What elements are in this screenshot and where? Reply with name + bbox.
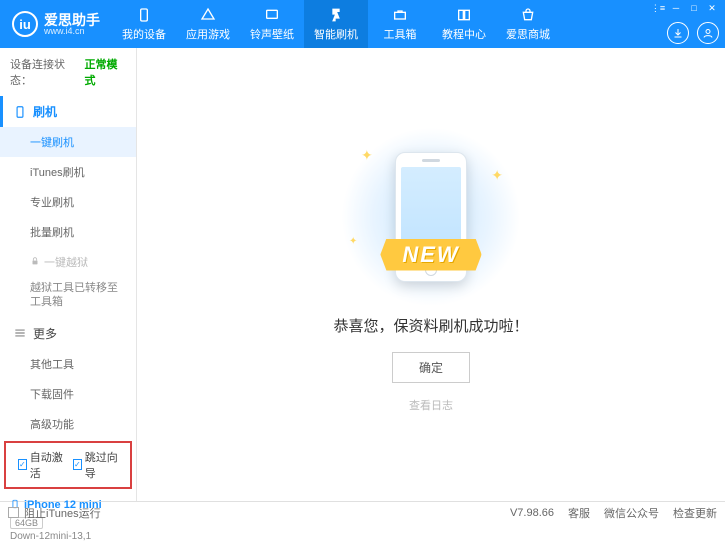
section-label: 更多	[33, 325, 57, 342]
checkbox-label: 自动激活	[30, 449, 63, 481]
checkbox-auto-activate[interactable]: ✓ 自动激活	[18, 449, 63, 481]
nav-my-device[interactable]: 我的设备	[112, 0, 176, 48]
wechat-link[interactable]: 微信公众号	[604, 505, 659, 521]
ok-button[interactable]: 确定	[392, 352, 470, 383]
new-ribbon: NEW	[380, 239, 481, 271]
user-button[interactable]	[697, 22, 719, 44]
view-log-link[interactable]: 查看日志	[409, 397, 453, 413]
checkbox-skip-guide[interactable]: ✓ 跳过向导	[73, 449, 118, 481]
jailbreak-note: 越狱工具已转移至工具箱	[0, 277, 136, 318]
apps-icon	[200, 7, 216, 23]
toolbox-icon	[392, 7, 408, 23]
nav-apps-games[interactable]: 应用游戏	[176, 0, 240, 48]
checkbox-block-itunes[interactable]	[8, 507, 19, 518]
footer-block-itunes-label: 阻止iTunes运行	[24, 505, 101, 521]
nav-label: 爱思商城	[506, 26, 550, 42]
sidebar-section-more[interactable]: 更多	[0, 318, 136, 349]
device-icon	[136, 7, 152, 23]
sidebar: 设备连接状态： 正常模式 刷机 一键刷机 iTunes刷机 专业刷机 批量刷机 …	[0, 48, 137, 501]
status-label: 设备连接状态：	[10, 56, 83, 88]
sidebar-item-batch-flash[interactable]: 批量刷机	[0, 217, 136, 247]
nav-label: 我的设备	[122, 26, 166, 42]
nav-ringtone-wallpaper[interactable]: 铃声壁纸	[240, 0, 304, 48]
nav-label: 应用游戏	[186, 26, 230, 42]
sidebar-item-jailbreak: 一键越狱	[0, 247, 136, 277]
close-button[interactable]: ✕	[705, 3, 719, 13]
wallpaper-icon	[264, 7, 280, 23]
checkbox-label: 跳过向导	[85, 449, 118, 481]
flash-icon	[328, 7, 344, 23]
status-value: 正常模式	[85, 56, 126, 88]
phone-icon	[13, 105, 27, 119]
sidebar-section-flash[interactable]: 刷机	[0, 96, 136, 127]
app-url: www.i4.cn	[44, 27, 100, 36]
maximize-button[interactable]: □	[687, 3, 701, 13]
check-update-link[interactable]: 检查更新	[673, 505, 717, 521]
sidebar-item-other-tools[interactable]: 其他工具	[0, 349, 136, 379]
nav-label: 智能刷机	[314, 26, 358, 42]
store-icon	[520, 7, 536, 23]
nav-toolbox[interactable]: 工具箱	[368, 0, 432, 48]
jailbreak-label: 一键越狱	[44, 254, 88, 270]
header-right	[667, 22, 719, 44]
download-button[interactable]	[667, 22, 689, 44]
book-icon	[456, 7, 472, 23]
minimize-button[interactable]: ─	[669, 3, 683, 13]
nav-label: 工具箱	[384, 26, 417, 42]
checkbox-icon: ✓	[73, 459, 82, 470]
logo-area: iu 爱思助手 www.i4.cn	[6, 11, 106, 37]
version-label: V7.98.66	[510, 507, 554, 519]
app-title: 爱思助手	[44, 13, 100, 27]
success-illustration: ✦ ✦ ✦ NEW	[341, 137, 521, 297]
nav-store[interactable]: 爱思商城	[496, 0, 560, 48]
settings-button[interactable]: ⋮≡	[651, 3, 665, 13]
app-header: iu 爱思助手 www.i4.cn 我的设备 应用游戏 铃声壁纸 智能刷机 工具…	[0, 0, 725, 48]
app-logo-icon: iu	[12, 11, 38, 37]
nav-tutorials[interactable]: 教程中心	[432, 0, 496, 48]
main-content: ✦ ✦ ✦ NEW 恭喜您，保资料刷机成功啦！ 确定 查看日志	[137, 48, 725, 501]
section-label: 刷机	[33, 103, 57, 120]
sidebar-item-advanced[interactable]: 高级功能	[0, 409, 136, 439]
support-link[interactable]: 客服	[568, 505, 590, 521]
sidebar-item-download-firmware[interactable]: 下载固件	[0, 379, 136, 409]
nav-label: 铃声壁纸	[250, 26, 294, 42]
sidebar-item-pro-flash[interactable]: 专业刷机	[0, 187, 136, 217]
connection-status: 设备连接状态： 正常模式	[0, 48, 136, 96]
titlebar-controls: ⋮≡ ─ □ ✕	[651, 3, 719, 13]
menu-icon	[13, 326, 27, 340]
lock-icon	[30, 256, 40, 269]
checkbox-icon: ✓	[18, 459, 27, 470]
main-nav: 我的设备 应用游戏 铃声壁纸 智能刷机 工具箱 教程中心 爱思商城	[112, 0, 560, 48]
device-meta: Down-12mini-13,1	[10, 531, 126, 542]
success-message: 恭喜您，保资料刷机成功啦！	[333, 315, 528, 336]
sidebar-item-itunes-flash[interactable]: iTunes刷机	[0, 157, 136, 187]
sidebar-item-oneclick-flash[interactable]: 一键刷机	[0, 127, 136, 157]
options-checkboxes: ✓ 自动激活 ✓ 跳过向导	[4, 441, 132, 489]
nav-label: 教程中心	[442, 26, 486, 42]
nav-smart-flash[interactable]: 智能刷机	[304, 0, 368, 48]
